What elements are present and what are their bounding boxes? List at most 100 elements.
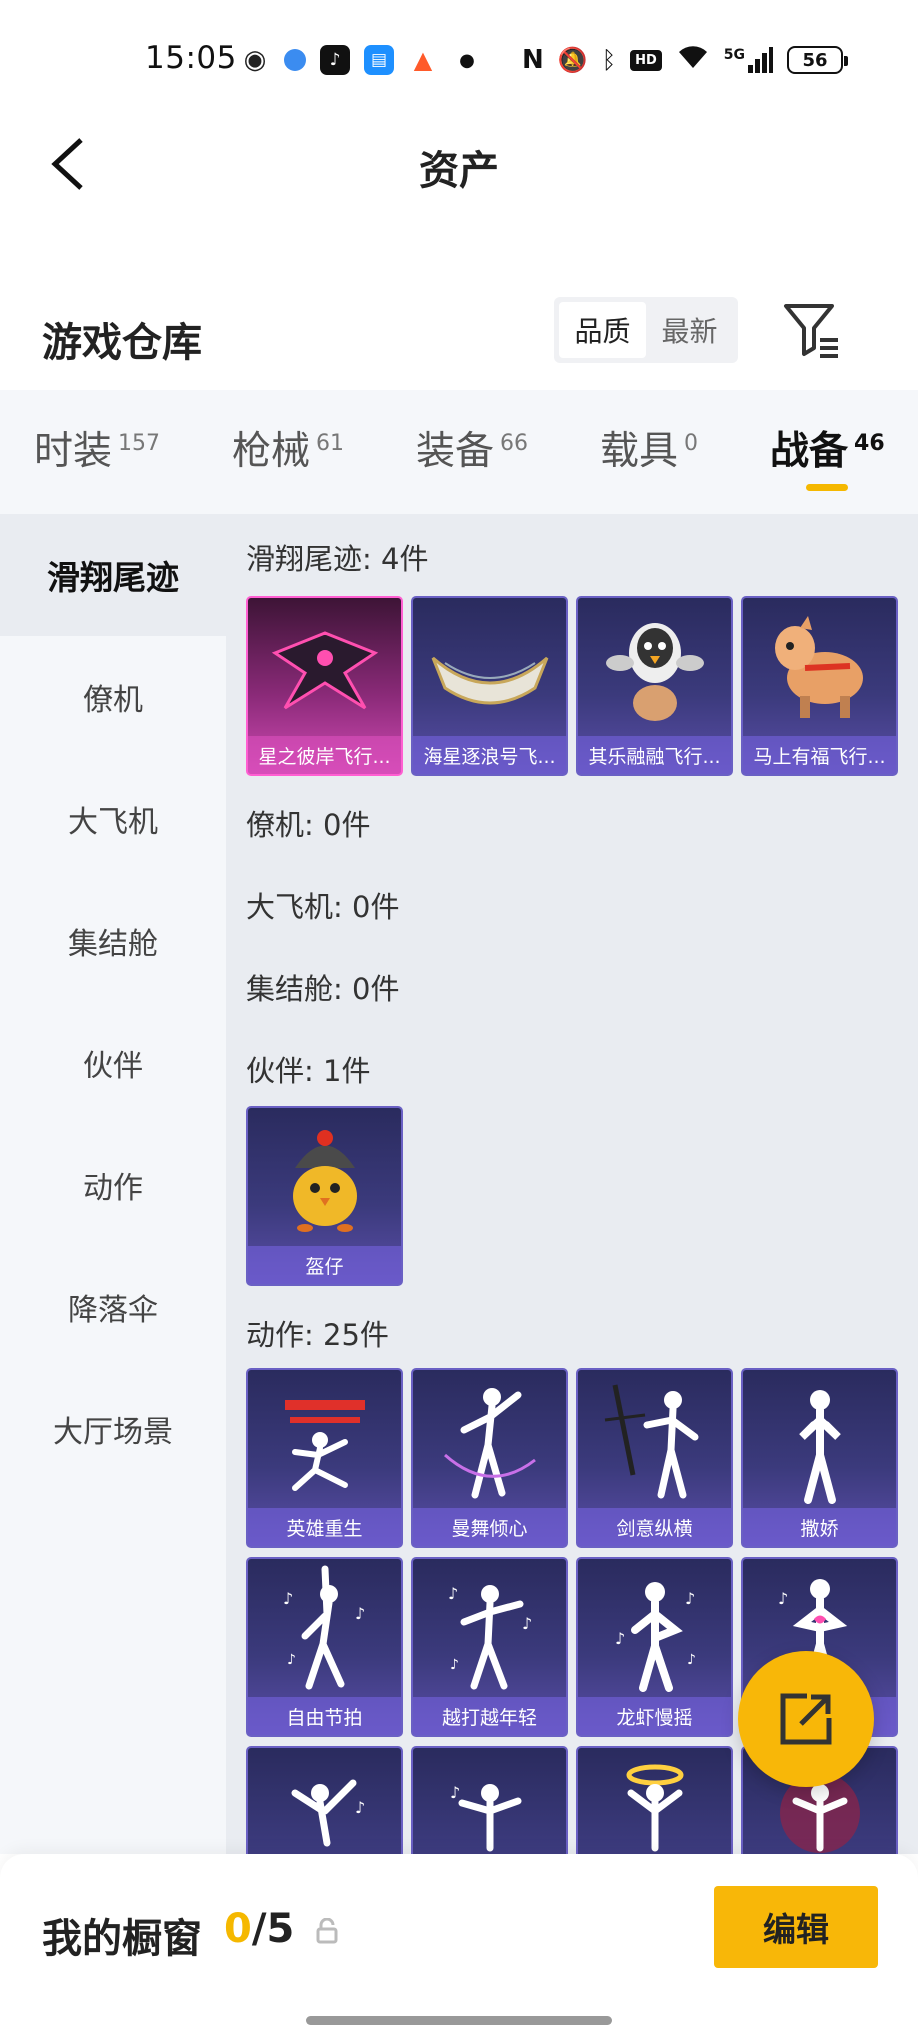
svg-text:♪: ♪ <box>615 1629 625 1648</box>
game-icon: ▲ <box>413 46 433 74</box>
tab-label: 装备 <box>416 429 495 474</box>
sidebar-item-parachute[interactable]: 降落伞 <box>0 1246 226 1368</box>
item-name: 曼舞倾心 <box>413 1508 566 1546</box>
filter-button[interactable] <box>782 300 842 360</box>
tab-weapons[interactable]: 枪械 61 <box>232 420 344 476</box>
nfc-icon: N <box>522 45 544 75</box>
svg-text:♪: ♪ <box>283 1589 293 1608</box>
tab-count: 0 <box>684 431 699 456</box>
item-art <box>248 598 401 738</box>
item-name: 剑意纵横 <box>578 1508 731 1546</box>
group-title-companion: 伙伴: 1件 <box>246 1054 371 1088</box>
warehouse-title: 游戏仓库 <box>42 320 202 366</box>
item-card[interactable]: 英雄重生 <box>246 1368 403 1548</box>
item-art: ♪ ♪ ♪ <box>578 1559 731 1699</box>
item-art <box>743 598 896 738</box>
item-art: ♪ <box>248 1748 401 1854</box>
item-card[interactable]: 盔仔 <box>246 1106 403 1286</box>
item-card[interactable]: ♪ ♪ ♪ 龙虾慢摇 <box>576 1557 733 1737</box>
sidebar-item-lobby-scene[interactable]: 大厅场景 <box>0 1368 226 1490</box>
item-card[interactable]: 海星逐浪号飞... <box>411 596 568 776</box>
home-indicator[interactable] <box>306 2016 612 2025</box>
item-name: 海星逐浪号飞... <box>413 736 566 774</box>
title-bar: 资产 <box>0 120 918 210</box>
item-art <box>578 598 731 738</box>
sort-quality-option[interactable]: 品质 <box>559 302 646 358</box>
svg-text:♪: ♪ <box>685 1589 695 1608</box>
status-bar: 15:05 ◉ ♪ ▤ ▲ ● N 🔕 ᛒ HD 5G 56 <box>0 0 918 120</box>
tab-count: 157 <box>118 431 161 456</box>
edit-button[interactable]: 编辑 <box>714 1886 878 1968</box>
svg-text:♪: ♪ <box>687 1652 696 1668</box>
item-art: ♪ <box>413 1748 566 1854</box>
item-card[interactable]: 其乐融融飞行... <box>576 596 733 776</box>
svg-text:♪: ♪ <box>522 1614 532 1633</box>
item-name: 盔仔 <box>248 1246 401 1284</box>
tiktok-icon: ♪ <box>320 45 350 75</box>
item-art <box>248 1108 401 1248</box>
svg-text:♪: ♪ <box>355 1798 365 1817</box>
wifi-icon <box>676 44 710 76</box>
tab-label: 载具 <box>600 429 679 474</box>
battery-icon: 56 <box>787 46 848 74</box>
item-name: 龙虾慢摇 <box>578 1697 731 1735</box>
sidebar-item-pod[interactable]: 集结舱 <box>0 880 226 1002</box>
share-button[interactable] <box>738 1651 874 1787</box>
wechat-icon: ◉ <box>243 45 267 75</box>
tab-vehicles[interactable]: 载具 0 <box>600 420 698 476</box>
item-name: 越打越年轻 <box>413 1697 566 1735</box>
sidebar-item-glide-trail[interactable]: 滑翔尾迹 <box>0 514 226 636</box>
svg-text:♪: ♪ <box>355 1604 365 1623</box>
item-card[interactable] <box>576 1746 733 1854</box>
item-card[interactable]: ♪ <box>246 1746 403 1854</box>
item-art <box>413 598 566 738</box>
tab-readiness[interactable]: 战备 46 <box>770 420 885 476</box>
signal-icon: 5G <box>724 47 773 73</box>
item-card[interactable]: 马上有福飞行... <box>741 596 898 776</box>
group-title-plane: 大飞机: 0件 <box>246 890 400 924</box>
warehouse-header: 游戏仓库 品质 最新 <box>0 280 918 390</box>
item-art <box>578 1370 731 1510</box>
svg-text:♪: ♪ <box>450 1783 460 1802</box>
group-title-wingman: 僚机: 0件 <box>246 808 371 842</box>
tab-fashion[interactable]: 时装 157 <box>34 420 160 476</box>
showcase-bar: 我的橱窗 0/5 编辑 <box>0 1854 918 2040</box>
item-name: 其乐融融飞行... <box>578 736 731 774</box>
sort-newest-option[interactable]: 最新 <box>646 302 733 358</box>
showcase-count: 0/5 <box>224 1906 294 1952</box>
item-art <box>413 1370 566 1510</box>
sidebar-item-plane[interactable]: 大飞机 <box>0 758 226 880</box>
page-title: 资产 <box>419 148 499 194</box>
item-name: 星之彼岸飞行... <box>248 736 401 774</box>
item-art: ♪ ♪ ♪ <box>248 1559 401 1699</box>
hd-icon: HD <box>630 49 662 71</box>
svg-text:♪: ♪ <box>778 1589 788 1608</box>
svg-text:♪: ♪ <box>448 1584 458 1603</box>
item-art <box>248 1370 401 1510</box>
sort-toggle: 品质 最新 <box>554 297 738 363</box>
item-card[interactable]: 剑意纵横 <box>576 1368 733 1548</box>
showcase-total: /5 <box>251 1906 295 1952</box>
sidebar-item-companion[interactable]: 伙伴 <box>0 1002 226 1124</box>
sidebar-item-wingman[interactable]: 僚机 <box>0 636 226 758</box>
tab-equipment[interactable]: 装备 66 <box>416 420 528 476</box>
item-card[interactable]: ♪ ♪ ♪ 自由节拍 <box>246 1557 403 1737</box>
svg-text:♪: ♪ <box>287 1652 296 1668</box>
item-card[interactable]: ♪ ♪ ♪ 越打越年轻 <box>411 1557 568 1737</box>
tab-label: 时装 <box>34 429 113 474</box>
category-tabs: 时装 157 枪械 61 装备 66 载具 0 战备 46 <box>0 390 918 514</box>
filter-icon <box>784 304 838 358</box>
category-sidebar: 滑翔尾迹 僚机 大飞机 集结舱 伙伴 动作 降落伞 大厅场景 <box>0 514 226 1854</box>
share-icon <box>780 1693 832 1745</box>
item-card[interactable]: 撒娇 <box>741 1368 898 1548</box>
group-title-glide: 滑翔尾迹: 4件 <box>246 542 429 576</box>
item-card[interactable]: 曼舞倾心 <box>411 1368 568 1548</box>
tab-label: 枪械 <box>232 429 311 474</box>
lock-icon <box>316 1918 338 1944</box>
tab-label: 战备 <box>770 429 849 474</box>
showcase-current: 0 <box>224 1906 252 1952</box>
sidebar-item-emote[interactable]: 动作 <box>0 1124 226 1246</box>
item-card[interactable]: 星之彼岸飞行... <box>246 596 403 776</box>
status-time: 15:05 <box>145 40 237 76</box>
item-card[interactable]: ♪ <box>411 1746 568 1854</box>
